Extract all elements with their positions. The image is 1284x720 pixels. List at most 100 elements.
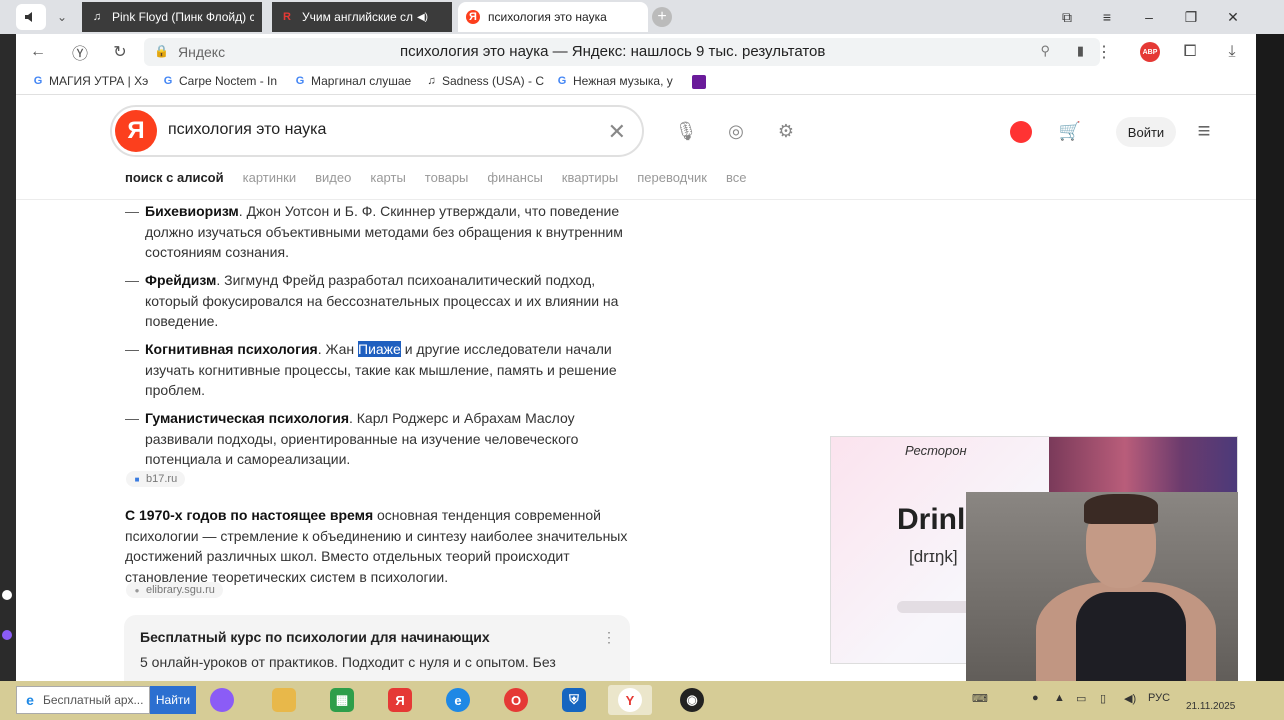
ie-icon: e (26, 692, 34, 708)
file-explorer-icon[interactable] (268, 685, 300, 715)
restore-icon[interactable]: ❐ (1182, 8, 1200, 26)
reload-icon[interactable]: ↻ (110, 42, 130, 62)
tray-up-arrow-icon[interactable]: ▲ (1054, 692, 1065, 704)
battery-icon[interactable]: ▯ (1100, 692, 1106, 705)
video-bookmark-icon[interactable] (692, 75, 706, 89)
ad-title[interactable]: Бесплатный курс по психологии для начина… (140, 629, 490, 645)
bookmark-item[interactable]: G Нежная музыка, у (556, 74, 674, 88)
minimize-icon[interactable]: – (1140, 8, 1158, 26)
chevron-down-icon: ⌄ (56, 10, 68, 24)
clear-icon[interactable]: ✕ (608, 119, 626, 145)
find-button[interactable]: Найти (150, 686, 196, 714)
bookmark-item[interactable]: ♫ Sadness (USA) - C (426, 74, 544, 88)
bookmark-label: МАГИЯ УТРА | Хэ (49, 74, 149, 88)
tab-goods[interactable]: товары (425, 170, 469, 185)
music-note-icon: ♫ (427, 75, 436, 87)
taskbar: e Бесплатный арх... Найти ▦ Я e O ⛨ Y ◉ … (0, 681, 1284, 720)
tab-finance[interactable]: финансы (487, 170, 542, 185)
back-arrow-icon[interactable]: ← (28, 42, 48, 62)
source-link[interactable]: ■ b17.ru (126, 471, 186, 487)
site-icon: ● (134, 585, 140, 595)
search-box[interactable]: Я психология это наука ✕ (110, 105, 644, 157)
tab-apartments[interactable]: квартиры (562, 170, 618, 185)
tab-video[interactable]: видео (315, 170, 351, 185)
alice-icon[interactable] (1010, 121, 1032, 143)
menu-icon[interactable]: ≡ (1098, 8, 1116, 26)
location-pin-icon[interactable]: ⚲ (1040, 43, 1050, 59)
bookmark-item[interactable]: G МАГИЯ УТРА | Хэ (32, 74, 150, 88)
store-icon[interactable]: ▦ (326, 685, 358, 715)
yandex-app-icon[interactable]: Я (384, 685, 416, 715)
adblock-extension-icon[interactable]: АВР (1140, 42, 1160, 62)
download-icon[interactable]: ⤓ (1222, 42, 1242, 62)
yandex-logo[interactable]: Я (115, 110, 157, 152)
volume-icon[interactable]: ◀) (1124, 692, 1136, 705)
taskbar-search-text: Бесплатный арх... (43, 693, 144, 707)
answer-block: — Бихевиоризм. Джон Уотсон и Б. Ф. Скинн… (110, 201, 644, 681)
vpn-shield-icon[interactable]: ⛨ (558, 685, 590, 715)
webcam-feed (966, 492, 1238, 692)
keyboard-icon[interactable]: ⌨ (972, 692, 988, 705)
tray-status-icon[interactable]: ● (1032, 692, 1039, 704)
source-link[interactable]: ● elibrary.sgu.ru (126, 582, 223, 598)
overlay-blurred-text (897, 601, 977, 613)
overlay-label: Ресторон (905, 443, 967, 458)
edge-dot-icon (2, 630, 12, 640)
language-indicator[interactable]: РУС (1148, 692, 1170, 704)
tab-pink-floyd[interactable]: ♫ Pink Floyd (Пинк Флойд) с (82, 2, 262, 32)
bookmarks-window-icon[interactable]: ⧉ (1058, 8, 1076, 26)
tab-maps[interactable]: карты (370, 170, 405, 185)
more-vertical-icon[interactable]: ⋮ (602, 629, 616, 646)
google-icon: G (295, 75, 305, 87)
site-icon: ■ (134, 474, 140, 484)
bookmark-item[interactable]: G Маргинал слушае (294, 74, 412, 88)
edge-icon[interactable]: e (442, 685, 474, 715)
item-term: Бихевиоризм (145, 203, 239, 219)
item-text: . Зигмунд Фрейд разработал психоаналитич… (145, 272, 619, 330)
extensions-icon[interactable]: ⧠ (1180, 42, 1200, 62)
tab-label: психология это наука (488, 10, 607, 24)
close-icon[interactable]: ✕ (1224, 8, 1242, 26)
opera-icon[interactable]: O (500, 685, 532, 715)
tab-translator[interactable]: переводчик (637, 170, 707, 185)
hamburger-menu-icon[interactable]: ≡ (1190, 117, 1218, 145)
bookmark-label: Нежная музыка, у (573, 74, 673, 88)
camera-search-icon[interactable]: ◎ (722, 117, 750, 145)
obs-icon[interactable]: ◉ (676, 685, 708, 715)
r-logo-icon: R (283, 11, 291, 23)
yandex-home-icon[interactable]: Ⓨ (70, 42, 90, 63)
selected-text[interactable]: Пиаже (358, 341, 401, 357)
taskbar-search-input[interactable]: e Бесплатный арх... (16, 686, 150, 714)
microphone-icon[interactable]: 🎙 (672, 117, 700, 145)
mute-toggle-button[interactable] (16, 4, 46, 30)
tab-images[interactable]: картинки (243, 170, 297, 185)
yandex-browser-icon[interactable]: Y (608, 685, 652, 715)
bookmark-label: Sadness (USA) - C (441, 74, 544, 88)
bookmark-icon[interactable]: ▮ (1077, 43, 1084, 59)
tab-all[interactable]: все (726, 170, 747, 185)
ad-description: 5 онлайн-уроков от практиков. Подходит с… (140, 654, 556, 670)
url-field[interactable]: 🔒 Яндекс психология это наука — Яндекс: … (144, 38, 1100, 66)
item-term: Фрейдизм (145, 272, 217, 288)
date[interactable]: 21.11.2025 (1186, 701, 1235, 712)
cart-icon[interactable]: 🛒 (1056, 117, 1084, 145)
search-input[interactable]: психология это наука (168, 121, 326, 139)
bookmark-item[interactable]: G Carpe Noctem - In (162, 74, 280, 88)
filter-settings-icon[interactable]: ⚙ (772, 117, 800, 145)
login-button[interactable]: Войти (1116, 117, 1176, 147)
item-term: Когнитивная психология (145, 341, 318, 357)
speaker-icon (25, 12, 32, 22)
network-icon[interactable]: ▭ (1076, 692, 1086, 705)
new-tab-button[interactable]: + (652, 7, 672, 27)
tab-alice-search[interactable]: поиск с алисой (125, 170, 224, 185)
tab-english-words[interactable]: R Учим английские сл ◀) (272, 2, 452, 32)
google-icon: G (33, 75, 43, 87)
yandex-icon: Я (466, 10, 480, 24)
more-vertical-icon[interactable]: ⋮ (1094, 42, 1114, 62)
ad-card[interactable]: Бесплатный курс по психологии для начина… (124, 615, 630, 681)
header-divider (16, 199, 1256, 200)
alice-app-icon[interactable] (206, 685, 238, 715)
tab-list-button[interactable]: ⌄ (50, 4, 74, 30)
tab-yandex-search[interactable]: Я психология это наука (458, 2, 648, 32)
url-host: Яндекс (178, 44, 226, 60)
